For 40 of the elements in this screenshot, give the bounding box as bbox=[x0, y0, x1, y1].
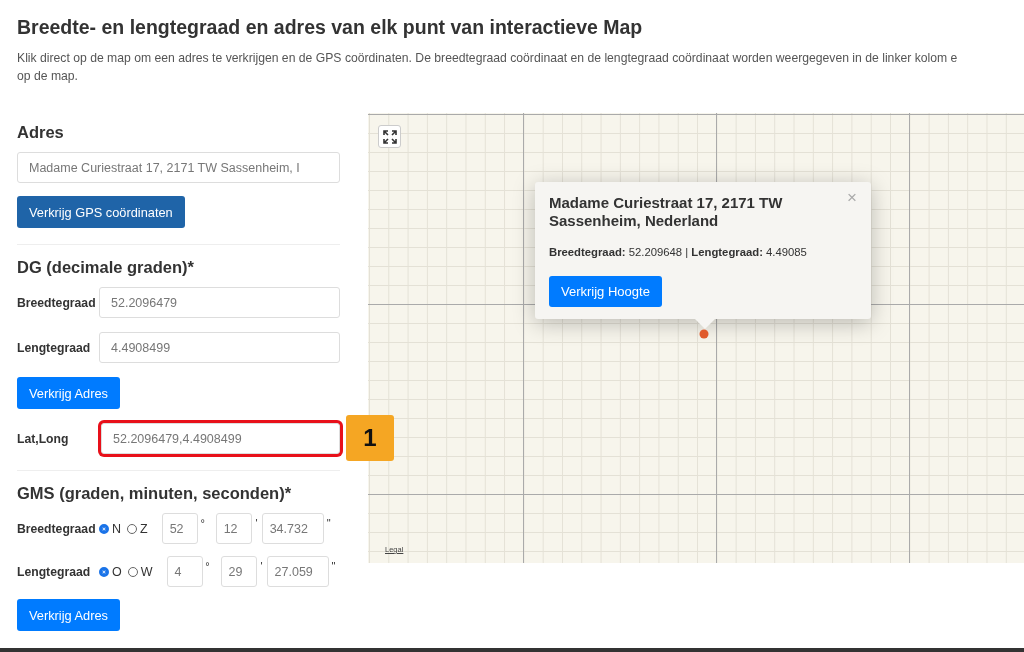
field-label: Breedtegraad bbox=[17, 295, 97, 310]
minute-sign: ' bbox=[259, 559, 264, 572]
coordinate-field[interactable]: 52.2096479 bbox=[99, 287, 340, 318]
seconds-field[interactable]: 34.732 bbox=[261, 513, 324, 544]
description-text: Klik direct op de map om een adres te verkrijgen en de GPS coördinaten. De breedtegraad coördinaat en de lengtegraad coördinaat worden weergegeven in de linker kolom e bbox=[17, 50, 959, 67]
degrees-field[interactable]: 52 bbox=[161, 513, 198, 544]
field-label: Lat,Long bbox=[17, 431, 70, 446]
section-heading: DG (decimale graden)* bbox=[17, 258, 195, 277]
second-sign: " bbox=[325, 516, 332, 529]
hemisphere-radio[interactable]: O bbox=[99, 564, 122, 579]
latlong-field[interactable]: 52.2096479,4.4908499 bbox=[101, 423, 340, 454]
section-heading: Adres bbox=[17, 123, 65, 142]
field-label: Breedtegraad bbox=[17, 521, 97, 536]
annotation-badge: 1 bbox=[346, 415, 394, 461]
location-marker-icon bbox=[699, 329, 709, 339]
popup-coordinates: Breedtegraad: 52.209648 | Lengtegraad: 4.49085 bbox=[549, 246, 808, 258]
degree-sign: ° bbox=[204, 559, 211, 572]
hemisphere-radio[interactable]: N bbox=[99, 521, 122, 536]
get-gps-button[interactable]: Verkrijg GPS coördinaten bbox=[17, 196, 185, 228]
field-label: Lengtegraad bbox=[17, 340, 92, 355]
hemisphere-radio[interactable]: W bbox=[127, 564, 153, 579]
get-elevation-button[interactable]: Verkrijg Hoogte bbox=[549, 276, 662, 307]
fullscreen-icon[interactable] bbox=[378, 125, 401, 148]
hemisphere-radio[interactable]: Z bbox=[127, 521, 148, 536]
second-sign: " bbox=[330, 559, 337, 572]
address-field[interactable]: Madame Curiestraat 17, 2171 TW Sassenheim, I bbox=[17, 152, 340, 183]
degrees-field[interactable]: 4 bbox=[166, 556, 203, 587]
get-address-button[interactable]: Verkrijg Adres bbox=[17, 599, 120, 631]
page-title: Breedte- en lengtegraad en adres van elk punt van interactieve Map bbox=[16, 15, 644, 39]
description-text: op de map. bbox=[17, 68, 79, 85]
section-heading: GMS (graden, minuten, seconden)* bbox=[17, 484, 293, 503]
seconds-field[interactable]: 27.059 bbox=[266, 556, 329, 587]
minutes-field[interactable]: 12 bbox=[215, 513, 252, 544]
coordinate-field[interactable]: 4.4908499 bbox=[99, 332, 340, 363]
minutes-field[interactable]: 29 bbox=[220, 556, 257, 587]
minute-sign: ' bbox=[254, 516, 259, 529]
popup-title: Madame Curiestraat 17, 2171 TW Sassenheim, Nederland bbox=[549, 194, 784, 230]
get-address-button[interactable]: Verkrijg Adres bbox=[17, 377, 120, 409]
field-label: Lengtegraad bbox=[17, 564, 92, 579]
degree-sign: ° bbox=[199, 516, 206, 529]
